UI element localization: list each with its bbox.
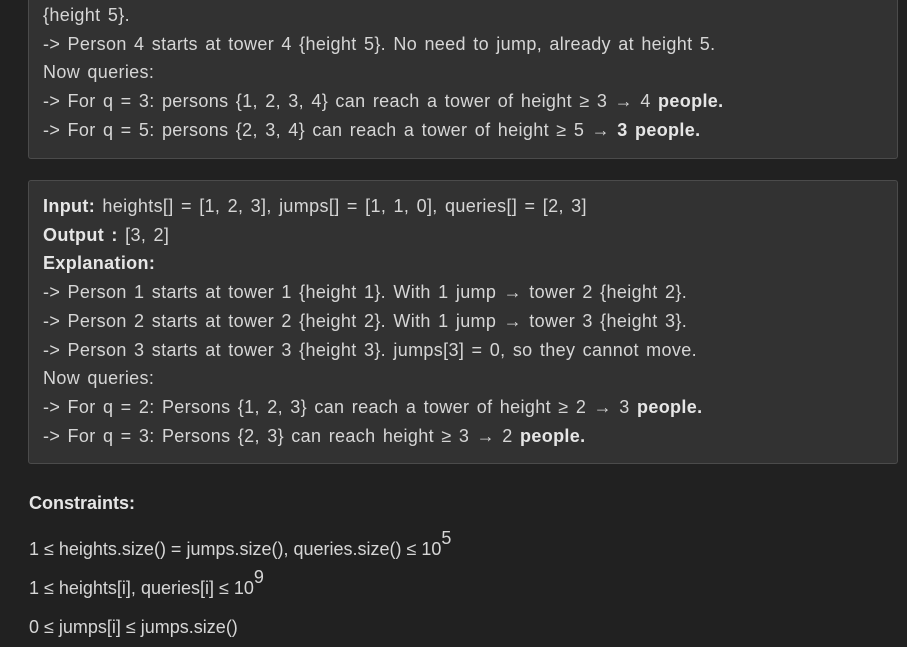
example-2-line: -> Person 3 starts at tower 3 {height 3}… [43,339,697,360]
input-label: Input: [43,196,96,216]
constraint-line: 1 ≤ heights.size() = jumps.size(), queri… [29,528,452,569]
example-1-line: -> Person 4 starts at tower 4 {height 5}… [43,33,716,54]
query-result: people. [520,425,586,446]
example-1-line: {height 5}. [43,5,130,25]
output-label: Output : [43,224,118,245]
example-2-line: Now queries: [43,368,155,389]
example-2-query-1: -> For q = 2: Persons {1, 2, 3} can reac… [43,393,883,422]
example-2-box: Input: heights[] = [1, 2, 3], jumps[] = … [28,180,898,464]
query-text: -> For q = 2: Persons {1, 2, 3} can reac… [43,396,637,417]
query-result: 3 people. [617,119,701,140]
constraints-section: Constraints: 1 ≤ heights.size() = jumps.… [29,490,451,647]
query-text: -> For q = 3: Persons {2, 3} can reach h… [43,425,521,446]
query-text: -> For q = 3: persons {1, 2, 3, 4} can r… [43,91,659,112]
example-1-box: {height 5}. -> Person 4 starts at tower … [28,0,898,159]
constraint-text: 1 ≤ heights.size() = jumps.size(), queri… [29,539,442,559]
constraint-line: 1 ≤ heights[i], queries[i] ≤ 109 [29,567,451,608]
example-1-query-2: -> For q = 5: persons {2, 3, 4} can reac… [43,116,883,145]
constraint-line: 0 ≤ jumps[i] ≤ jumps.size() [29,617,238,637]
constraints-title: Constraints: [29,493,136,513]
output-value: [3, 2] [117,224,170,245]
example-2-query-2: -> For q = 3: Persons {2, 3} can reach h… [43,422,883,451]
example-1-query-1: -> For q = 3: persons {1, 2, 3, 4} can r… [43,87,883,116]
example-2-line: -> Person 2 starts at tower 2 {height 2}… [43,310,688,331]
query-text: -> For q = 5: persons {2, 3, 4} can reac… [43,119,618,140]
constraint-exponent: 9 [253,567,264,587]
constraint-text: 1 ≤ heights[i], queries[i] ≤ 10 [29,578,254,598]
example-2-input: Input: heights[] = [1, 2, 3], jumps[] = … [43,192,883,221]
query-result: people. [658,91,724,112]
example-1-line: Now queries: [43,62,155,83]
input-value: heights[] = [1, 2, 3], jumps[] = [1, 1, … [95,196,587,216]
constraint-exponent: 5 [441,528,452,548]
explanation-label: Explanation: [43,253,156,274]
query-result: people. [636,396,703,417]
example-2-output: Output : [3, 2] [43,221,883,250]
example-2-line: -> Person 1 starts at tower 1 {height 1}… [43,282,688,303]
